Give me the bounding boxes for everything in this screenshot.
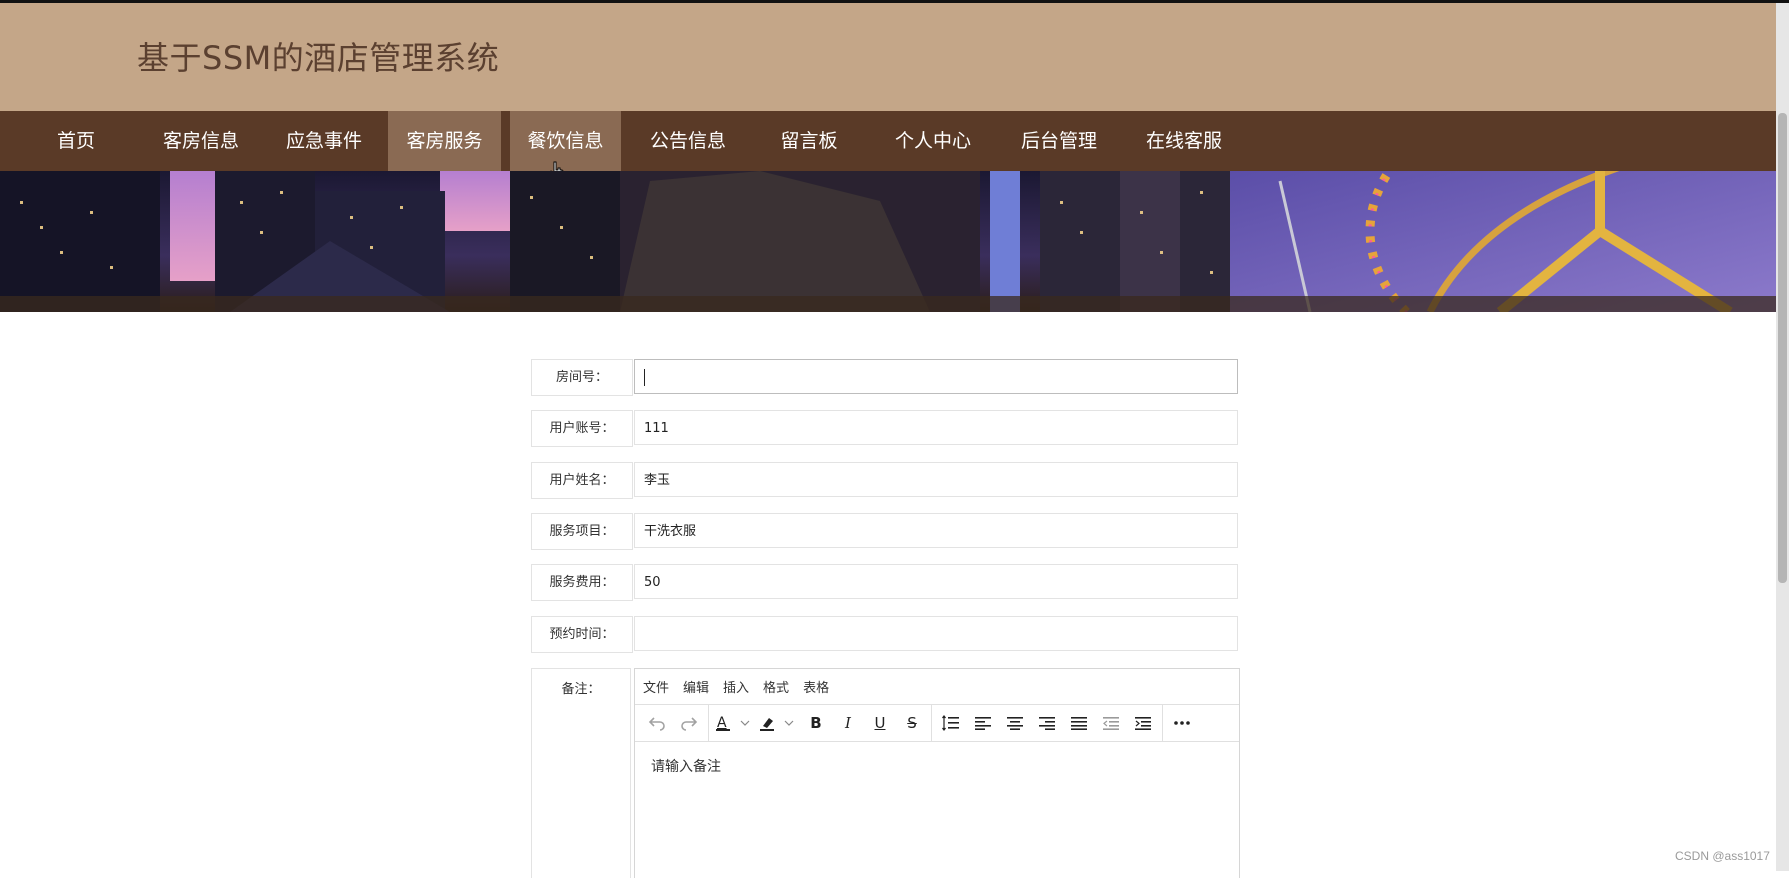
main-nav: 首页 客房信息 应急事件 客房服务 餐饮信息 公告信息 留言板 个人中心 后台管… <box>0 111 1776 171</box>
service-fee-input[interactable]: 50 <box>634 564 1238 599</box>
editor-menu-format[interactable]: 格式 <box>763 677 789 696</box>
service-item-input[interactable]: 干洗衣服 <box>634 513 1238 548</box>
notes-placeholder: 请输入备注 <box>651 759 721 775</box>
field-label-user-name: 用户姓名： <box>531 462 633 499</box>
scrollbar-thumb[interactable] <box>1778 113 1787 583</box>
align-left-icon[interactable] <box>967 708 999 738</box>
editor-toolbar: A B I U S <box>635 705 1239 742</box>
nav-item-home[interactable]: 首页 <box>38 111 114 171</box>
toolbar-divider <box>708 705 709 741</box>
notes-editor-area[interactable]: 请输入备注 <box>635 742 1239 790</box>
appointment-time-input[interactable] <box>634 616 1238 651</box>
redo-icon[interactable] <box>673 708 705 738</box>
field-label-user-account: 用户账号： <box>531 410 633 447</box>
outdent-icon[interactable] <box>1095 708 1127 738</box>
text-color-icon[interactable]: A <box>712 708 756 738</box>
line-height-icon[interactable] <box>935 708 967 738</box>
text-caret <box>644 369 645 386</box>
field-label-service-item: 服务项目： <box>531 513 633 550</box>
hero-banner-image <box>0 171 1776 312</box>
align-right-icon[interactable] <box>1031 708 1063 738</box>
align-justify-icon[interactable] <box>1063 708 1095 738</box>
nav-item-announcements[interactable]: 公告信息 <box>640 111 736 171</box>
nav-item-emergency[interactable]: 应急事件 <box>278 111 370 171</box>
field-row-user-name: 用户姓名： 李玉 <box>531 462 1241 499</box>
nav-item-admin[interactable]: 后台管理 <box>1011 111 1107 171</box>
svg-text:A: A <box>717 715 727 731</box>
field-label-room-number: 房间号： <box>531 359 633 396</box>
field-row-service-fee: 服务费用： 50 <box>531 564 1241 601</box>
notes-rich-text-editor: 文件 编辑 插入 格式 表格 A B I U S 请输入备注 <box>634 668 1240 878</box>
field-row-appointment-time: 预约时间： <box>531 616 1241 653</box>
align-center-icon[interactable] <box>999 708 1031 738</box>
nav-item-room-info[interactable]: 客房信息 <box>155 111 247 171</box>
nav-item-dining-info[interactable]: 餐饮信息 <box>510 111 621 171</box>
field-row-room-number: 房间号： <box>531 359 1241 396</box>
field-label-service-fee: 服务费用： <box>531 564 633 601</box>
italic-icon[interactable]: I <box>832 708 864 738</box>
underline-icon[interactable]: U <box>864 708 896 738</box>
nav-item-online-support[interactable]: 在线客服 <box>1135 111 1233 171</box>
field-row-user-account: 用户账号： 111 <box>531 410 1241 447</box>
site-title: 基于SSM的酒店管理系统 <box>137 39 500 77</box>
editor-menubar: 文件 编辑 插入 格式 表格 <box>635 669 1239 705</box>
nav-item-personal-center[interactable]: 个人中心 <box>885 111 981 171</box>
bold-icon[interactable]: B <box>800 708 832 738</box>
more-icon[interactable] <box>1166 708 1198 738</box>
room-number-input[interactable] <box>634 359 1238 394</box>
toolbar-divider <box>931 705 932 741</box>
strikethrough-icon[interactable]: S <box>896 708 928 738</box>
undo-icon[interactable] <box>641 708 673 738</box>
field-label-appointment-time: 预约时间： <box>531 616 633 653</box>
nav-item-room-service[interactable]: 客房服务 <box>388 111 501 171</box>
user-name-input[interactable]: 李玉 <box>634 462 1238 497</box>
field-label-notes: 备注： <box>531 668 631 878</box>
nav-item-message-board[interactable]: 留言板 <box>768 111 850 171</box>
editor-menu-insert[interactable]: 插入 <box>723 677 749 696</box>
field-row-service-item: 服务项目： 干洗衣服 <box>531 513 1241 550</box>
site-header: 基于SSM的酒店管理系统 <box>0 3 1776 111</box>
watermark: CSDN @ass1017 <box>1675 849 1770 863</box>
highlight-color-icon[interactable] <box>756 708 800 738</box>
toolbar-divider <box>1162 705 1163 741</box>
indent-icon[interactable] <box>1127 708 1159 738</box>
editor-menu-table[interactable]: 表格 <box>803 677 829 696</box>
user-account-input[interactable]: 111 <box>634 410 1238 445</box>
editor-menu-file[interactable]: 文件 <box>643 677 669 696</box>
editor-menu-edit[interactable]: 编辑 <box>683 677 709 696</box>
